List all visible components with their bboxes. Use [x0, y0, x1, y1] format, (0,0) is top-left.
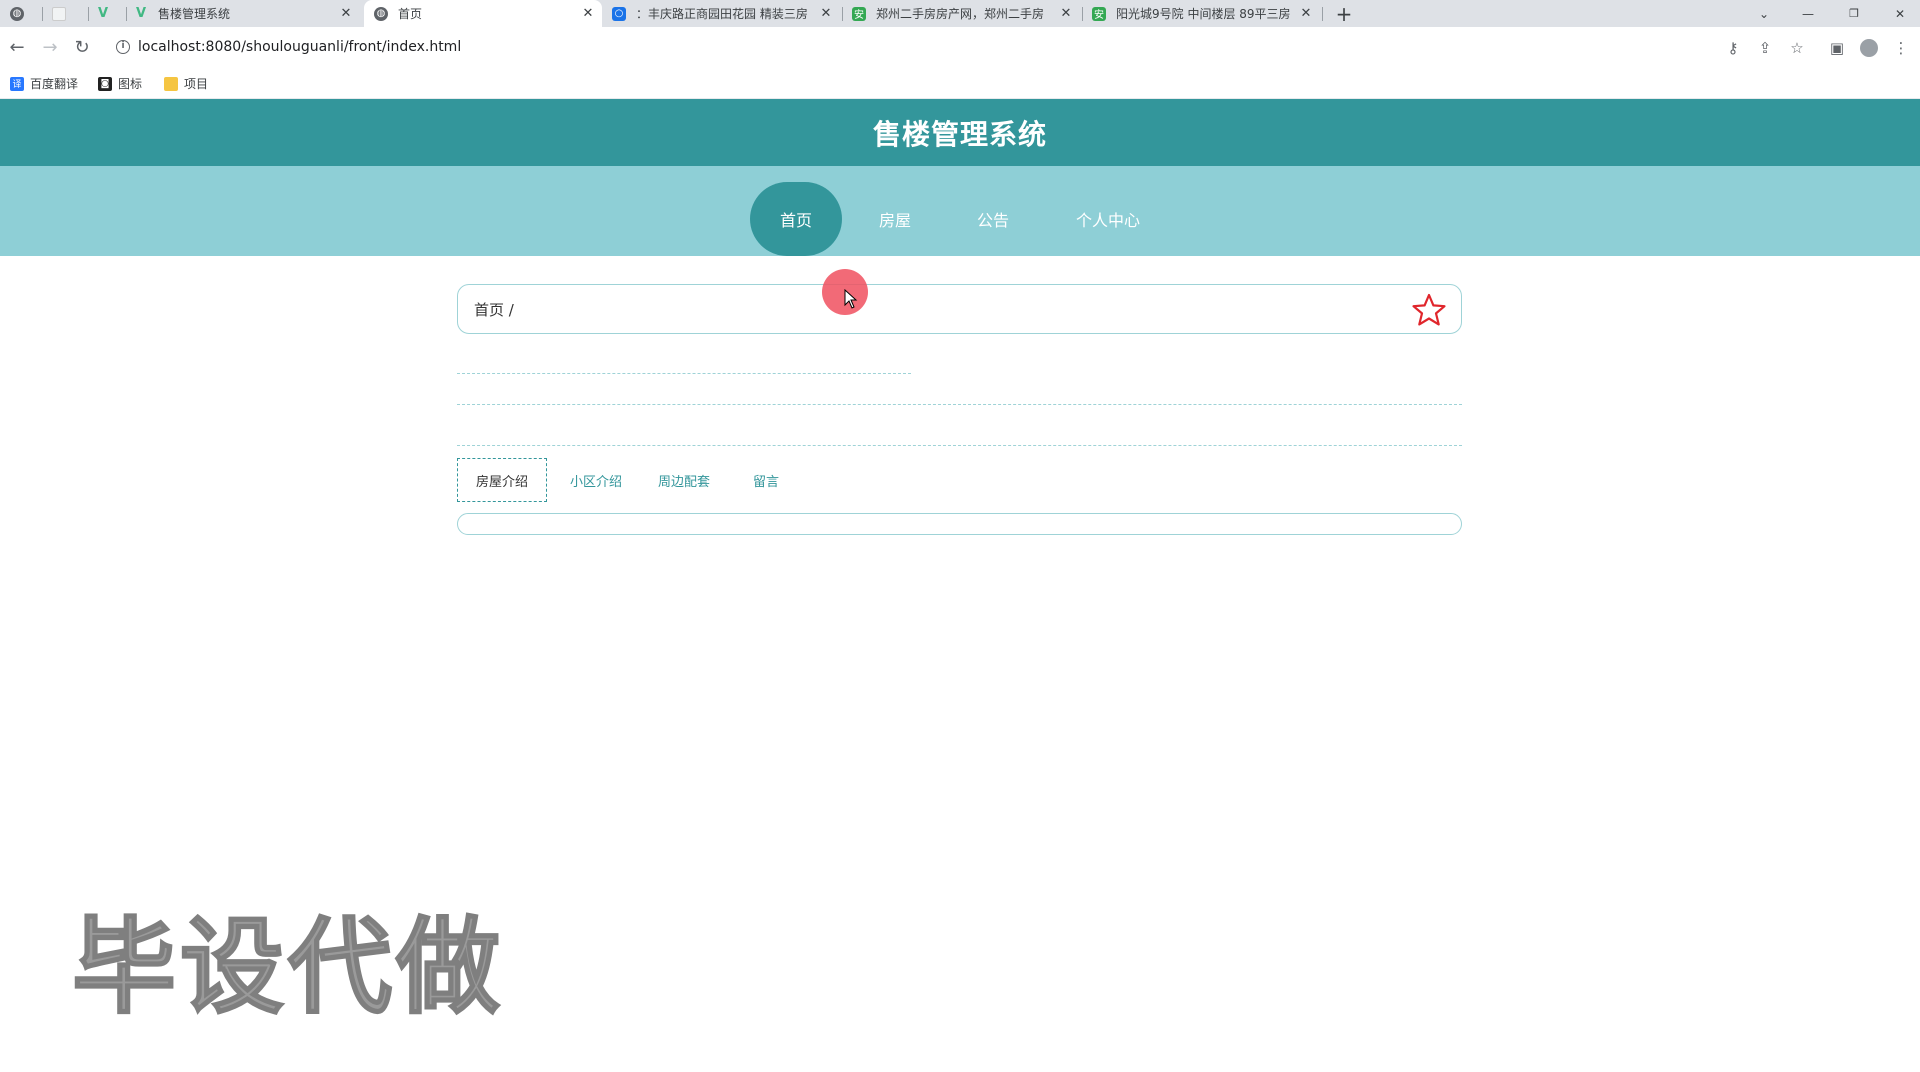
- main-navigation: 首页 房屋 公告 个人中心: [0, 166, 1920, 256]
- globe-icon: ◍: [10, 6, 24, 21]
- tab-title: 阳光城9号院 中间楼层 89平三房: [1116, 7, 1291, 21]
- nav-announcements[interactable]: 公告: [960, 182, 1026, 256]
- tab-listing-1[interactable]: ○ ：丰庆路正商园田花园 精装三房 ✕: [612, 0, 840, 27]
- bookmark-label: 项目: [184, 77, 209, 91]
- iconfont-icon: ◙: [98, 76, 112, 91]
- tab-house-intro[interactable]: 房屋介绍: [457, 458, 547, 502]
- share-icon[interactable]: ⇪: [1756, 39, 1774, 57]
- bookmark-label: 百度翻译: [30, 77, 79, 91]
- profile-avatar-icon[interactable]: [1860, 39, 1878, 57]
- bookmarks-bar: 译 百度翻译 ◙ 图标 项目: [0, 67, 1920, 99]
- nav-houses[interactable]: 房屋: [862, 182, 928, 256]
- bookmark-item[interactable]: 译 百度翻译: [10, 75, 78, 92]
- divider: [457, 445, 1462, 446]
- browser-toolbar: ← → ↻ i localhost:8080/shoulouguanli/fro…: [0, 27, 1920, 67]
- watermark-text: 毕设代做: [71, 905, 505, 1029]
- tab-home[interactable]: ◍ 首页 ✕: [364, 0, 602, 27]
- vue-icon: V: [97, 6, 109, 21]
- bookmark-label: 图标: [118, 77, 143, 91]
- password-key-icon[interactable]: ⚷: [1724, 39, 1742, 57]
- tab-title: 郑州二手房房产网，郑州二手房: [876, 7, 1045, 21]
- url-text: localhost:8080/shoulouguanli/front/index…: [138, 39, 462, 55]
- vue-icon: V: [135, 6, 147, 21]
- tab-separator: [126, 7, 127, 21]
- minimize-icon[interactable]: —: [1798, 0, 1818, 27]
- side-panel-icon[interactable]: ▣: [1828, 39, 1846, 57]
- mouse-cursor-icon: [844, 289, 858, 309]
- tab-community-intro[interactable]: 小区介绍: [557, 458, 635, 502]
- breadcrumb-text[interactable]: 首页 /: [474, 299, 514, 320]
- divider: [457, 373, 911, 374]
- menu-kebab-icon[interactable]: ⋮: [1892, 39, 1910, 57]
- nav-home[interactable]: 首页: [750, 182, 842, 256]
- nav-personal-center[interactable]: 个人中心: [1066, 182, 1150, 256]
- site-icon: ○: [612, 6, 626, 21]
- tab-search-icon[interactable]: ⌄: [1754, 0, 1774, 27]
- tab-title: 售楼管理系统: [158, 7, 231, 21]
- back-arrow-icon[interactable]: ←: [5, 35, 29, 59]
- reload-icon[interactable]: ↻: [70, 35, 94, 59]
- tab-listing-3[interactable]: 安 阳光城9号院 中间楼层 89平三房 ✕: [1092, 0, 1320, 27]
- bookmark-item[interactable]: ◙ 图标: [98, 75, 142, 92]
- bookmark-star-icon[interactable]: ☆: [1788, 39, 1806, 57]
- close-window-icon[interactable]: ✕: [1890, 0, 1910, 27]
- tab-globe[interactable]: ◍: [10, 0, 38, 27]
- tab-blank[interactable]: [52, 0, 80, 27]
- tab-surrounding-facilities[interactable]: 周边配套: [645, 458, 723, 502]
- breadcrumb: 首页 /: [457, 284, 1462, 334]
- tab-separator: [842, 7, 843, 21]
- globe-icon: ◍: [374, 6, 388, 21]
- folder-icon: [164, 76, 178, 91]
- tab-separator: [1322, 7, 1323, 21]
- address-bar[interactable]: i localhost:8080/shoulouguanli/front/ind…: [106, 31, 1716, 63]
- tab-sales-system[interactable]: V 售楼管理系统 ✕: [134, 0, 360, 27]
- anjuke-icon: 安: [852, 6, 866, 21]
- tab-title: ：丰庆路正商园田花园 精装三房: [636, 7, 808, 21]
- tab-listing-2[interactable]: 安 郑州二手房房产网，郑州二手房 ✕: [852, 0, 1080, 27]
- tab-separator: [42, 7, 43, 21]
- close-tab-icon[interactable]: ✕: [1298, 6, 1314, 22]
- close-tab-icon[interactable]: ✕: [338, 6, 354, 22]
- site-title: 售楼管理系统: [872, 117, 1047, 151]
- close-tab-icon[interactable]: ✕: [1058, 6, 1074, 22]
- favorite-star-icon[interactable]: [1411, 292, 1447, 328]
- new-tab-button[interactable]: +: [1332, 0, 1356, 27]
- site-header: 售楼管理系统: [0, 99, 1920, 166]
- close-tab-icon[interactable]: ✕: [580, 6, 596, 22]
- anjuke-icon: 安: [1092, 6, 1106, 21]
- divider: [457, 404, 1462, 405]
- restore-icon[interactable]: ❐: [1844, 0, 1864, 27]
- tab-separator: [88, 7, 89, 21]
- tab-messages[interactable]: 留言: [733, 458, 799, 502]
- forward-arrow-icon[interactable]: →: [38, 35, 62, 59]
- tab-vue[interactable]: V: [96, 0, 124, 27]
- bookmark-item[interactable]: 项目: [164, 75, 208, 92]
- translate-icon: 译: [10, 76, 24, 91]
- tab-separator: [1082, 7, 1083, 21]
- site-info-icon[interactable]: i: [116, 40, 130, 54]
- blank-tab-icon: [52, 6, 66, 21]
- close-tab-icon[interactable]: ✕: [818, 6, 834, 22]
- tab-content-panel: [457, 513, 1462, 535]
- browser-tab-strip: ◍ V V 售楼管理系统 ✕ ◍ 首页 ✕ ○ ：丰庆路正商园田花园 精装三房 …: [0, 0, 1920, 27]
- tab-title: 首页: [398, 7, 423, 21]
